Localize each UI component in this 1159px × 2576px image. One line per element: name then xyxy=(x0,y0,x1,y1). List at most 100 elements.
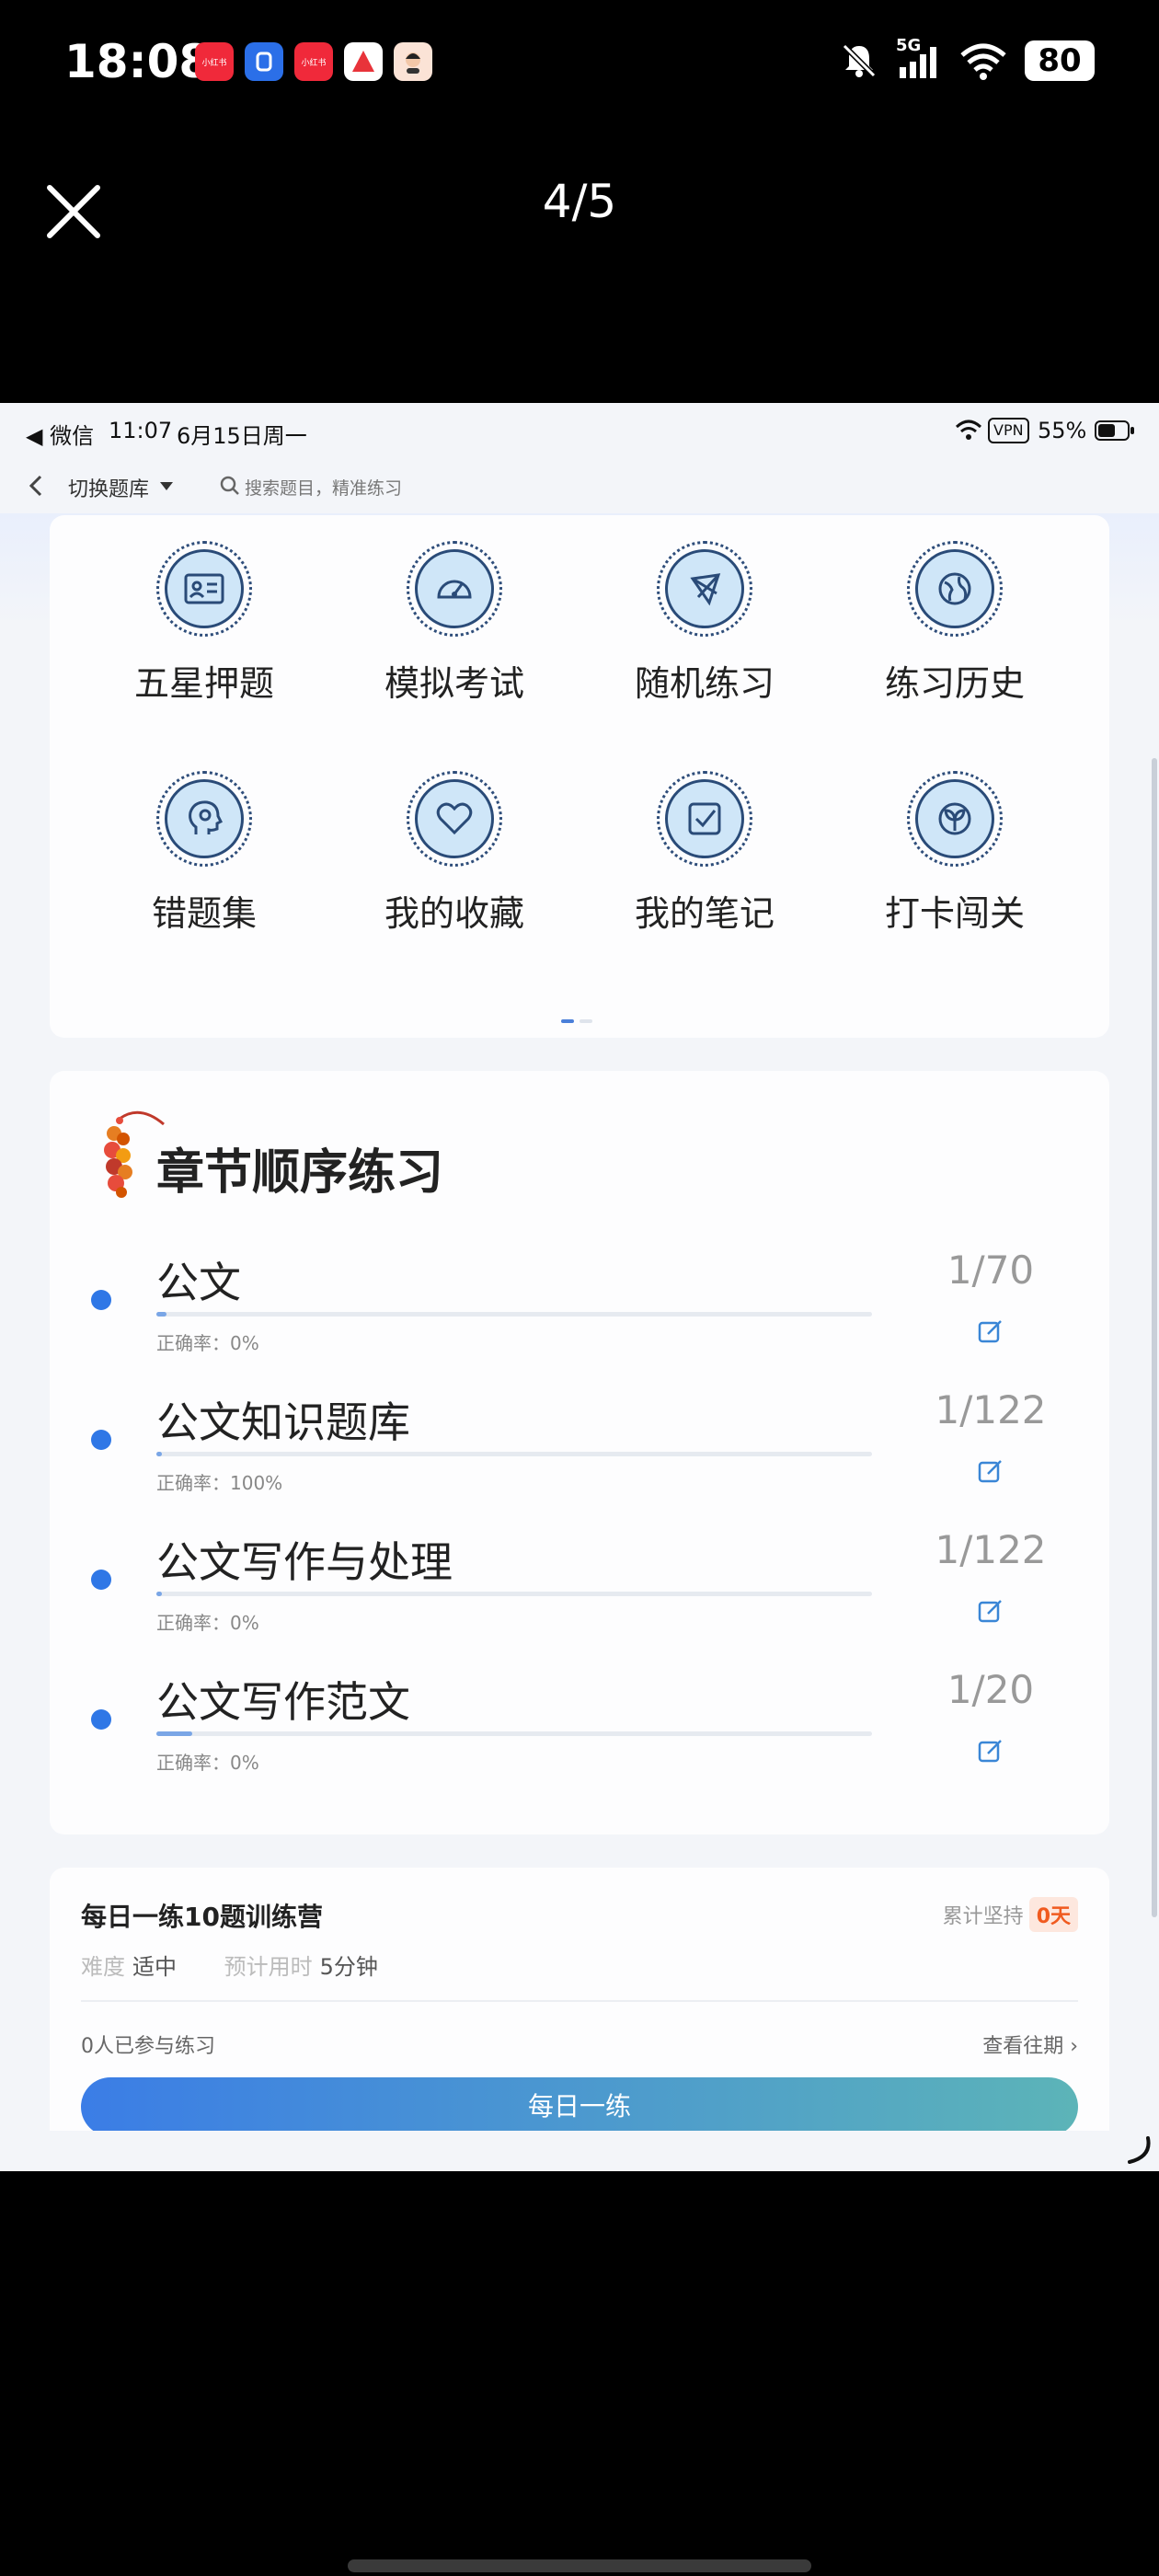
accuracy-rate: 正确率：0% xyxy=(156,1752,259,1774)
back-chevron-icon[interactable] xyxy=(26,473,46,499)
chapter-progress-count: 1/20 xyxy=(947,1667,1035,1712)
grid-label: 我的笔记 xyxy=(634,893,775,934)
grid-label: 打卡闯关 xyxy=(884,893,1025,934)
daily-practice-button[interactable]: 每日一练 xyxy=(81,2077,1078,2131)
chapter-name[interactable]: 公文知识题库 xyxy=(156,1389,410,1450)
app-badge-avatar xyxy=(394,42,432,81)
chapter-progress-count: 1/70 xyxy=(947,1248,1035,1293)
daily-meta: 难度 适中 预计用时 5分钟 xyxy=(81,1949,378,1981)
chapter-progress-bar xyxy=(156,1731,872,1736)
chapter-name[interactable]: 公文 xyxy=(156,1249,241,1310)
grid-label: 五星押题 xyxy=(133,663,274,704)
streak-badge: 0天 xyxy=(1028,1897,1078,1932)
home-indicator[interactable] xyxy=(348,2559,811,2572)
heart-icon xyxy=(436,802,473,835)
streak-label: 累计坚持 xyxy=(942,1905,1024,1928)
image-counter: 4/5 xyxy=(542,175,617,228)
accuracy-rate: 正确率：100% xyxy=(156,1472,283,1494)
scrollbar[interactable] xyxy=(1152,758,1157,1917)
accuracy-rate: 正确率：0% xyxy=(156,1612,259,1634)
daily-title: 每日一练10题训练营 xyxy=(81,1902,323,1932)
accuracy-rate: 正确率：0% xyxy=(156,1332,259,1354)
progress-fill xyxy=(156,1592,163,1596)
chapter-progress-bar xyxy=(156,1312,872,1317)
daily-button-clip: 每日一练 xyxy=(0,2077,1159,2131)
triangle-logo-icon xyxy=(352,51,374,72)
chapter-name[interactable]: 公文写作范文 xyxy=(156,1669,410,1730)
divider xyxy=(81,2000,1078,2002)
time-label: 预计用时 xyxy=(224,1954,313,1980)
difficulty-value: 适中 xyxy=(132,1954,177,1980)
progress-fill xyxy=(156,1452,163,1456)
os-status-bar: 18:08 小红书 小红书 5G 80 xyxy=(0,0,1159,129)
grid-item-history[interactable]: 练习历史 xyxy=(830,541,1080,706)
chapter-progress-bar xyxy=(156,1592,872,1596)
random-shape-icon xyxy=(690,573,721,606)
os-time: 18:08 xyxy=(64,35,212,88)
edit-icon[interactable] xyxy=(977,1457,1004,1485)
grid-item-favorites[interactable]: 我的收藏 xyxy=(329,771,580,936)
grid-label: 练习历史 xyxy=(884,663,1025,704)
progress-fill xyxy=(156,1312,166,1317)
grid-item-notes[interactable]: 我的笔记 xyxy=(580,771,830,936)
vpn-badge: VPN xyxy=(988,418,1029,443)
inner-bottom-strip xyxy=(0,2131,1159,2171)
grid-label: 我的收藏 xyxy=(384,893,524,934)
wifi-icon xyxy=(960,43,1006,80)
inner-nav-bar: 切换题库 搜索题目，精准练习 xyxy=(0,458,1159,513)
progress-fill xyxy=(156,1731,192,1736)
page-indicator xyxy=(561,1019,592,1023)
row-bullet xyxy=(91,1570,111,1590)
edit-icon[interactable] xyxy=(977,1737,1004,1765)
app-badge-blue xyxy=(245,42,283,81)
grid-item-mock-exam[interactable]: 模拟考试 xyxy=(329,541,580,706)
caret-down-icon[interactable] xyxy=(158,480,175,491)
plant-icon xyxy=(938,802,971,835)
chapter-section-title: 章节顺序练习 xyxy=(156,1145,444,1201)
globe-icon xyxy=(938,572,971,605)
search-input[interactable]: 搜索题目，精准练习 xyxy=(245,475,402,500)
avatar-icon xyxy=(406,52,420,74)
wifi-icon xyxy=(955,420,982,440)
shield-icon xyxy=(256,52,272,72)
network-type: 5G xyxy=(896,36,922,55)
row-bullet xyxy=(91,1430,111,1450)
note-check-icon xyxy=(688,802,721,835)
id-card-icon xyxy=(184,573,224,604)
grid-item-random-practice[interactable]: 随机练习 xyxy=(580,541,830,706)
participants-count: 0人已参与练习 xyxy=(81,2035,215,2058)
view-history-link[interactable]: 查看往期 › xyxy=(982,2030,1078,2059)
back-to-wechat[interactable]: ◀ 微信 xyxy=(26,418,94,450)
grid-label: 错题集 xyxy=(151,893,257,934)
chapter-name[interactable]: 公文写作与处理 xyxy=(156,1529,453,1590)
switch-bank-label[interactable]: 切换题库 xyxy=(68,473,149,502)
row-bullet xyxy=(91,1290,111,1310)
page-dot xyxy=(580,1019,592,1023)
os-status-right: 5G 80 xyxy=(839,36,1095,85)
difficulty-label: 难度 xyxy=(81,1954,125,1980)
speedometer-icon xyxy=(437,580,472,599)
inner-date: 6月15日周一 xyxy=(177,423,307,449)
streak-counter: 累计坚持 0天 xyxy=(943,1897,1078,1932)
battery-indicator: 80 xyxy=(1025,40,1095,81)
inner-status-bar: ◀ 微信 11:07 6月15日周一 VPN 55% xyxy=(0,403,1159,458)
edit-icon[interactable] xyxy=(977,1597,1004,1625)
head-profile-icon xyxy=(189,800,224,834)
inner-time: 11:07 xyxy=(109,418,173,443)
loading-spinner-icon xyxy=(1128,2136,1151,2164)
page-dot-active xyxy=(561,1019,574,1023)
grid-item-wrong-questions[interactable]: 错题集 xyxy=(79,771,329,936)
grid-label: 随机练习 xyxy=(634,663,775,704)
grid-item-check-in[interactable]: 打卡闯关 xyxy=(830,771,1080,936)
inner-battery-text: 55% xyxy=(1038,418,1087,443)
time-value: 5分钟 xyxy=(319,1954,378,1980)
battery-icon xyxy=(1095,420,1134,441)
app-badge-xiaohongshu: 小红书 xyxy=(195,42,234,81)
cellular-signal: 5G xyxy=(896,36,942,82)
chapter-progress-bar xyxy=(156,1452,872,1456)
search-icon[interactable] xyxy=(219,475,241,497)
chapter-progress-count: 1/122 xyxy=(935,1527,1047,1572)
grid-label: 模拟考试 xyxy=(384,663,524,704)
edit-icon[interactable] xyxy=(977,1317,1004,1345)
grid-item-five-star[interactable]: 五星押题 xyxy=(79,541,329,706)
